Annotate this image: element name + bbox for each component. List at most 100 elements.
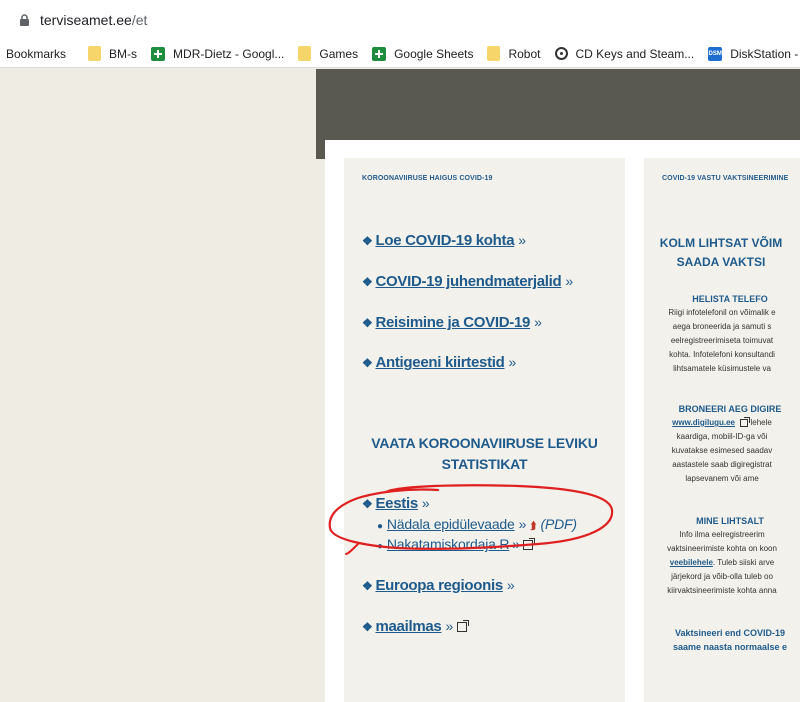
lock-icon [20,14,29,26]
panel-title: COVID-19 VASTU VAKTSINEERIMINE [662,175,789,182]
bookmark-games[interactable]: Games [298,46,358,61]
diamond-icon: ❖ [362,356,373,370]
bookmark-label: Bookmarks [6,46,67,61]
link-antigeeni[interactable]: ❖ Antigeeni kiirtestid» [362,354,516,371]
raquo-icon: » [518,232,526,248]
url-text[interactable]: terviseamet.ee/et [40,12,147,28]
raquo-icon: » [506,577,515,593]
bookmark-bookmarks[interactable]: Bookmarks [6,47,66,61]
location-pin-icon [554,47,568,60]
dsm-icon: DSM [708,46,723,61]
bookmark-google-sheets[interactable]: Google Sheets [372,46,474,61]
bookmark-label: BM-s [109,46,138,61]
link-text[interactable]: Eestis [375,495,418,512]
pdf-icon: ⮭ [530,520,537,532]
external-link-icon [456,620,469,633]
text-line: järjekord ja võib-olla tuleb oo [671,572,773,581]
text-line: aega broneerida ja samuti s [672,322,772,331]
diamond-icon: ❖ [362,579,373,593]
text-line: kohta. Infotelefoni konsultandi [669,350,775,359]
diamond-icon: ❖ [362,620,373,634]
bullet-icon: ● [377,541,383,552]
folder-icon [298,46,312,61]
link-loe-covid[interactable]: ❖ Loe COVID-19 kohta» [362,232,526,249]
text-line: kiirvaktsineerimiste kohta anna [667,586,777,595]
folder-icon [88,46,102,61]
link-text[interactable]: Antigeeni kiirtestid [375,354,504,371]
text-line: aastastele saab digiregistrat [672,460,772,469]
vaccination-heading: KOLM LIHTSAT VÕIM SAADA VAKTSI [644,234,800,272]
raquo-icon: » [421,495,430,511]
bookmark-label: Games [319,46,359,61]
text-line: kuvatakse esimesed saadav [671,446,773,455]
veebilehele-link[interactable]: veebilehele [670,558,713,567]
bullet-icon: ● [377,521,383,532]
link-euroopa[interactable]: ❖ Euroopa regioonis» [362,577,515,594]
link-text[interactable]: Reisimine ja COVID-19 [375,314,530,331]
link-text[interactable]: Nakatamiskordaja R [387,536,510,552]
raquo-icon: » [512,536,520,552]
link-text[interactable]: Loe COVID-19 kohta [375,232,514,249]
vaccination-heading-line2: SAADA VAKTSI [676,255,766,269]
link-nakatamiskordaja[interactable]: ● Nakatamiskordaja R» [377,536,535,552]
footer-line2: saame naasta normaalse e [672,642,788,652]
bookmark-diskstation[interactable]: DSM DiskStation - Synol... [708,46,800,61]
section-book-title: BRONEERI AEG DIGIRE [678,404,782,414]
diamond-icon: ❖ [362,316,373,330]
external-link-icon [740,416,751,427]
vaccination-footer: Vaktsineeri end COVID-19 saame naasta no… [644,626,800,654]
link-maailmas[interactable]: ❖ maailmas» [362,618,469,635]
link-text[interactable]: Euroopa regioonis [375,577,503,594]
text-line: eelregistreerimiseta toimuvat [670,336,774,345]
text-line: lihtsamatele küsimustele va [673,364,771,373]
text-line: Info ilma eelregistreerim [679,530,765,539]
text-line: veebilehele. Tuleb siiski arve [644,556,800,570]
covid-info-panel: KOROONAVIIRUSE HAIGUS COVID-19 ❖ Loe COVI… [344,158,625,702]
link-nadala-epidulevaade[interactable]: ● Nädala epidülevaade» ⮭ (PDF) [377,516,577,533]
folder-icon [487,46,501,61]
section-call-title: HELISTA TELEFO [692,294,768,304]
url-host: terviseamet.ee [40,12,132,28]
raquo-icon: » [508,354,517,370]
bookmark-robot[interactable]: Robot [487,46,541,61]
bookmark-label: MDR-Dietz - Googl... [173,46,285,61]
bookmarks-bar: Bookmarks BM-s MDR-Dietz - Googl... Game… [0,40,800,68]
pdf-label: (PDF) [540,516,578,532]
link-reisimine[interactable]: ❖ Reisimine ja COVID-19» [362,314,542,331]
raquo-icon: » [518,516,527,532]
stats-heading-line2: STATISTIKAT [441,456,528,472]
bookmark-label: Robot [508,46,541,61]
link-text[interactable]: COVID-19 juhendmaterjalid [375,273,561,290]
section-book-text: www.digilugu.ee lehele kaardiga, mobiil-… [644,416,800,486]
stats-heading-line1: VAATA KOROONAVIIRUSE LEVIKU [371,435,598,451]
footer-line1: Vaktsineeri end COVID-19 [674,628,786,638]
stats-heading: VAATA KOROONAVIIRUSE LEVIKU STATISTIKAT [344,433,625,475]
text-line: lapsevanem või ame [685,474,759,483]
section-call-text: Riigi infotelefonil on võimalik e aega b… [644,306,800,376]
panel-title: KOROONAVIIRUSE HAIGUS COVID-19 [362,175,493,182]
link-text[interactable]: Nädala epidülevaade [387,516,515,532]
text-line: vaktsineerimiste kohta on koon [667,544,777,553]
bookmark-cd-keys[interactable]: CD Keys and Steam... [554,46,695,61]
raquo-icon: » [534,314,542,330]
bookmark-mdr-dietz[interactable]: MDR-Dietz - Googl... [151,46,285,61]
digilugu-link[interactable]: www.digilugu.ee [672,418,735,427]
bookmark-bm-s[interactable]: BM-s [88,46,137,61]
google-sheets-icon [151,46,166,61]
text-line: www.digilugu.ee lehele [644,416,800,430]
link-text[interactable]: maailmas [375,618,441,635]
raquo-icon: » [565,273,573,289]
text-part: . Tuleb siiski arve [712,558,775,567]
link-juhendmaterjalid[interactable]: ❖ COVID-19 juhendmaterjalid» [362,273,573,290]
diamond-icon: ❖ [362,234,373,248]
diamond-icon: ❖ [362,275,373,289]
vaccination-panel: COVID-19 VASTU VAKTSINEERIMINE KOLM LIHT… [644,158,800,702]
text-part: lehele [750,418,772,427]
vaccination-heading-line1: KOLM LIHTSAT VÕIM [659,236,783,250]
section-walkin-title: MINE LIHTSALT [696,516,764,526]
bookmark-label: Google Sheets [394,46,474,61]
address-bar[interactable]: terviseamet.ee/et [0,0,800,40]
link-eestis[interactable]: ❖ Eestis» [362,495,430,512]
diamond-icon: ❖ [362,497,373,511]
bookmark-label: CD Keys and Steam... [575,46,695,61]
